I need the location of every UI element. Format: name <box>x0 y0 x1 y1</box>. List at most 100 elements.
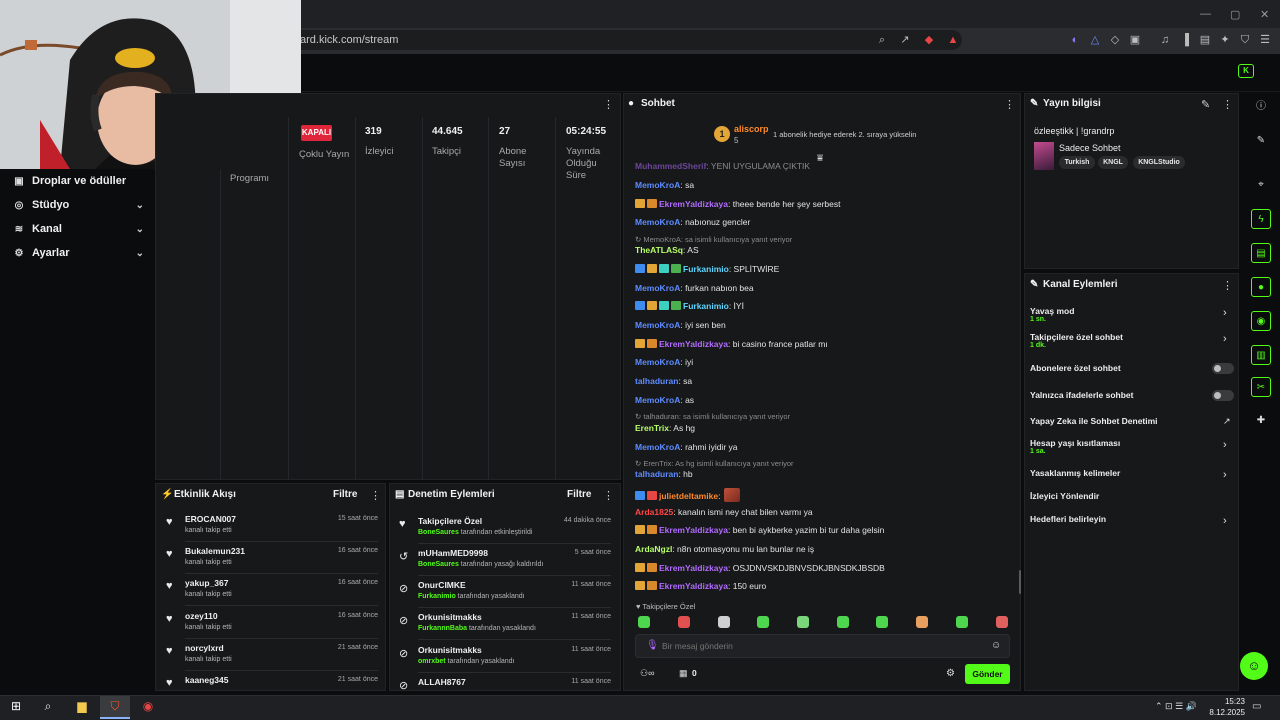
chat-username[interactable]: talhaduran <box>635 376 678 386</box>
chat-username[interactable]: MemoKroA <box>635 442 680 452</box>
moderator-name[interactable]: BoneSaures <box>418 561 459 568</box>
chat-bubble-icon[interactable]: ● <box>1251 277 1271 297</box>
chat-username[interactable]: talhaduran <box>635 469 678 479</box>
plus-widget-icon[interactable]: ✚ <box>1251 411 1271 431</box>
extension-icon[interactable]: △ <box>1088 33 1102 47</box>
emote-button[interactable] <box>956 616 968 628</box>
chat-username[interactable]: MuhammedSherif <box>635 161 706 171</box>
channel-action-label[interactable]: Yasaklanmış kelimeler <box>1030 468 1120 478</box>
wrench-tool-icon[interactable]: ✂ <box>1251 377 1271 397</box>
activity-item[interactable]: norcylxrd kanalı takip etti 21 saat önce <box>185 643 378 663</box>
chat-username[interactable]: EkremYaldizkaya <box>659 581 728 591</box>
kebab-menu-icon[interactable]: ⋮ <box>1222 98 1233 111</box>
moderator-name[interactable]: omrxbet <box>418 658 446 665</box>
chat-username[interactable]: MemoKroA <box>635 357 680 367</box>
close-window-button[interactable]: ✕ <box>1260 8 1269 21</box>
brave-shield-icon[interactable]: ◆ <box>922 33 936 47</box>
music-icon[interactable]: ♫ <box>1158 33 1172 47</box>
send-button[interactable]: Gönder <box>965 664 1010 684</box>
mod-action-item[interactable]: Orkunisitmakks FurkannnBaba tarafından ya… <box>418 612 611 632</box>
chat-username[interactable]: MemoKroA <box>635 395 680 405</box>
chat-username[interactable]: EkremYaldizkaya <box>659 199 728 209</box>
channel-action-label[interactable]: Takipçilere özel sohbet <box>1030 332 1123 342</box>
chat-scrollbar[interactable] <box>1019 570 1021 594</box>
minimize-button[interactable]: — <box>1200 8 1211 20</box>
users-icon[interactable]: ⚇∞ <box>640 668 654 679</box>
panel-icon[interactable]: ▥ <box>1251 345 1271 365</box>
chat-username[interactable]: MemoKroA <box>635 283 680 293</box>
activity-item[interactable]: Bukalemun231 kanalı takip etti 16 saat önc… <box>185 546 378 566</box>
chat-username[interactable]: julietdeltamike <box>659 491 718 501</box>
emote-button[interactable] <box>837 616 849 628</box>
mod-action-item[interactable]: ALLAH8767 11 saat önce <box>418 677 611 687</box>
emote-button[interactable] <box>638 616 650 628</box>
chat-username[interactable]: EkremYaldizkaya <box>659 339 728 349</box>
chat-username[interactable]: MemoKroA <box>635 217 680 227</box>
vpn-icon[interactable]: ⛉ <box>1238 33 1252 47</box>
activity-filter-button[interactable]: Filtre <box>333 489 357 500</box>
maximize-button[interactable]: ▢ <box>1230 8 1240 21</box>
chat-username[interactable]: EkremYaldizkaya <box>659 525 728 535</box>
moderator-name[interactable]: FurkannnBaba <box>418 625 467 632</box>
chat-input[interactable] <box>662 639 962 653</box>
info-icon[interactable]: ⓘ <box>1251 97 1271 117</box>
toggle-switch[interactable] <box>1212 390 1234 401</box>
windows-start-icon[interactable]: ⊞ <box>7 699 25 715</box>
leo-icon[interactable]: ✦ <box>1218 33 1232 47</box>
channel-action-label[interactable]: Yavaş mod <box>1030 306 1074 316</box>
sidebar-item-channel[interactable]: ≋ Kanal ⌄ <box>12 219 144 239</box>
sidebar-item-drops[interactable]: ▣ Droplar ve ödüller <box>12 171 144 191</box>
channel-action-label[interactable]: Yapay Zeka ile Sohbet Denetimi <box>1030 416 1158 426</box>
emote-button[interactable] <box>797 616 809 628</box>
channel-action-label[interactable]: Yalnızca ifadelerle sohbet <box>1030 390 1133 400</box>
mod-action-item[interactable]: Orkunisitmakks omrxbet tarafından yasakla… <box>418 645 611 665</box>
channel-action-label[interactable]: İzleyici Yönlendir <box>1030 491 1099 501</box>
activity-item[interactable]: EROCAN007 kanalı takip etti 15 saat önce <box>185 514 378 534</box>
search-icon[interactable]: ⌕ <box>39 699 57 715</box>
category-thumbnail[interactable] <box>1034 142 1054 170</box>
mod-action-item[interactable]: OnurCIMKE Furkanimio tarafından yasakland… <box>418 580 611 600</box>
notifications-icon[interactable]: ▭ <box>1252 701 1261 712</box>
emote-button[interactable] <box>718 616 730 628</box>
mod-filter-button[interactable]: Filtre <box>567 489 591 500</box>
mod-action-item[interactable]: Takipçilere Özel BoneSaures tarafından et… <box>418 516 611 536</box>
brave-rewards-icon[interactable]: ▲ <box>946 33 960 47</box>
emote-button[interactable] <box>996 616 1008 628</box>
emote-button[interactable] <box>757 616 769 628</box>
tray-icons[interactable]: ⌃ ⊡ ☰ 🔊 <box>1155 701 1197 712</box>
toggle-switch[interactable] <box>1212 363 1234 374</box>
emote-button[interactable] <box>678 616 690 628</box>
kebab-menu-icon[interactable]: ⋮ <box>1004 98 1015 111</box>
kebab-menu-icon[interactable]: ⋮ <box>603 98 614 111</box>
chat-username[interactable]: Arda1825 <box>635 507 673 517</box>
chat-username[interactable]: MemoKroA <box>635 320 680 330</box>
chat-username[interactable]: Furkanimio <box>683 264 729 274</box>
file-explorer-icon[interactable]: ▆ <box>73 699 91 715</box>
chat-settings-icon[interactable]: ⚙ <box>946 668 955 679</box>
tag[interactable]: KNGLStudio <box>1133 156 1185 169</box>
channel-action-label[interactable]: Hesap yaşı kısıtlaması <box>1030 438 1120 448</box>
broadcast-icon[interactable]: ◉ <box>1251 311 1271 331</box>
tag[interactable]: Turkish <box>1059 156 1095 169</box>
extension-icon[interactable]: ◇ <box>1108 33 1122 47</box>
activity-item[interactable]: ozey110 kanalı takip etti 16 saat önce <box>185 611 378 631</box>
chevron-right-icon[interactable]: › <box>1223 333 1227 345</box>
obs-icon[interactable]: ◉ <box>139 699 157 715</box>
chat-username[interactable]: Furkanimio <box>683 301 729 311</box>
share-icon[interactable]: ↗ <box>898 33 912 47</box>
moderator-name[interactable]: Furkanimio <box>418 593 456 600</box>
chat-username[interactable]: TheATLASq <box>635 245 683 255</box>
taskbar-date[interactable]: 8.12.2025 <box>1195 708 1245 717</box>
sidebar-toggle-icon[interactable]: ▐ <box>1178 33 1192 47</box>
support-chat-icon[interactable]: ☺ <box>1240 652 1268 680</box>
tag[interactable]: KNGL <box>1098 156 1128 169</box>
sidebar-item-settings[interactable]: ⚙ Ayarlar ⌄ <box>12 243 144 263</box>
edit-icon[interactable]: ✎ <box>1201 98 1210 111</box>
extension-icon[interactable]: ◐ <box>1068 33 1082 47</box>
wallet-icon[interactable]: ▤ <box>1198 33 1212 47</box>
flash-icon[interactable]: ϟ <box>1251 209 1271 229</box>
mic-icon[interactable]: 🎙 <box>646 640 659 651</box>
chat-username[interactable]: ErenTrix <box>635 423 669 433</box>
channel-action-label[interactable]: Hedefleri belirleyin <box>1030 514 1106 524</box>
taskbar-time[interactable]: 15:23 <box>1205 697 1245 706</box>
